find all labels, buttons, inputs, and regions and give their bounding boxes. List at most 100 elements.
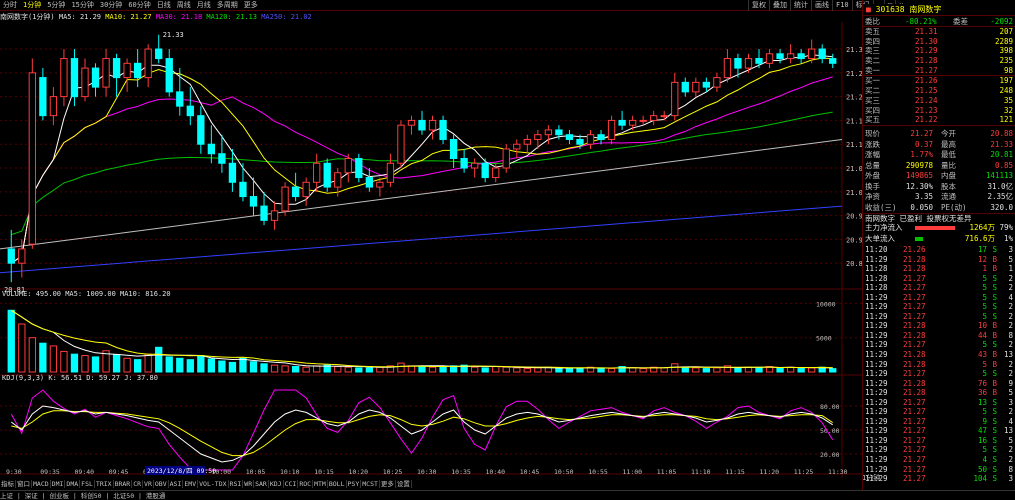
indicator-tab[interactable]: PSY bbox=[346, 480, 362, 488]
indicator-tab[interactable]: TRIX bbox=[94, 480, 114, 488]
indicator-tab[interactable]: BRAR bbox=[113, 480, 133, 488]
ask-row: 卖四 21.30 2289 bbox=[863, 37, 1015, 47]
candle-body bbox=[481, 162, 489, 179]
flow-label: 大单流入 bbox=[865, 233, 895, 243]
tick-price: 21.27 bbox=[903, 416, 926, 426]
tick-count: 2 bbox=[1008, 273, 1013, 283]
indicator-tab[interactable]: VR bbox=[143, 480, 154, 488]
indicator-tab[interactable]: WR bbox=[243, 480, 255, 488]
tick-row: 11:28 21.27 5 S 2 bbox=[863, 274, 1015, 284]
indicator-tab[interactable]: KDJ bbox=[268, 480, 284, 488]
flow-value: 1264万 bbox=[969, 223, 995, 232]
candle-body bbox=[165, 58, 173, 93]
tool-tab[interactable]: 叠加 bbox=[769, 0, 790, 11]
bid-row: 买五 21.22 121 bbox=[863, 115, 1015, 125]
volume-bar bbox=[144, 353, 152, 373]
tick-row: 11:29 21.28 5 B 2 bbox=[863, 360, 1015, 370]
candle-body bbox=[439, 119, 447, 140]
period-tab[interactable]: 多周期 bbox=[214, 0, 241, 11]
kline-chart[interactable]: 21.30 21.25 21.20 21.15 21.10 21.05 21.00 20.95… bbox=[0, 22, 862, 478]
indicator-tab[interactable]: 更多 bbox=[379, 480, 396, 488]
tick-time: 11:29 bbox=[865, 359, 888, 369]
indicator-tab[interactable]: MCST bbox=[361, 480, 380, 488]
indicator-tab[interactable]: ROC bbox=[298, 480, 314, 488]
indicator-tabs: 指标 窗口 MACD DMI DMA FSL TRIX BRAR CR VR OBV ASI EMV VO… bbox=[0, 479, 862, 489]
period-tab[interactable]: 周线 bbox=[174, 0, 194, 11]
ma-info-bar: 南网数字(1分钟) MA5: 21.29 MA10: 21.27 MA30: 2… bbox=[0, 12, 862, 22]
period-tab[interactable]: 5分钟 bbox=[44, 0, 68, 11]
indicator-tab[interactable]: OBV bbox=[153, 480, 169, 488]
indicator-tab[interactable]: MACD bbox=[32, 480, 51, 488]
indicator-tab[interactable]: 设置 bbox=[395, 480, 412, 488]
volume-bar bbox=[207, 358, 216, 373]
ask-label: 卖三 bbox=[865, 46, 880, 56]
tool-tab[interactable]: 复权 bbox=[748, 0, 769, 11]
ask-volume: 98 bbox=[1003, 65, 1013, 75]
candle-body bbox=[470, 162, 479, 169]
candle-body bbox=[228, 162, 237, 183]
candle-body bbox=[186, 105, 194, 117]
period-tab[interactable]: 15分钟 bbox=[68, 0, 96, 11]
candle-body bbox=[239, 181, 247, 198]
candle-body bbox=[155, 48, 163, 60]
period-tab[interactable]: 月线 bbox=[194, 0, 214, 11]
volume-bar bbox=[492, 366, 500, 373]
candle-body bbox=[260, 205, 268, 221]
tick-price: 21.28 bbox=[903, 378, 926, 388]
ma10-line bbox=[11, 57, 833, 264]
tick-volume: 5 bbox=[982, 292, 987, 302]
tick-time: 11:28 bbox=[865, 283, 888, 293]
volume-axis-label: 10000 bbox=[816, 300, 836, 308]
indicator-tab[interactable]: DMI bbox=[50, 480, 66, 488]
quote-panel: ■ 301638 南网数字 委比 -80.21% 委差 -2092 卖五 21.3… bbox=[862, 0, 1015, 490]
volume-bar bbox=[481, 367, 489, 373]
tick-price: 21.28 bbox=[903, 330, 926, 340]
indicator-tab[interactable]: CR bbox=[132, 480, 144, 488]
indicator-tab[interactable]: ASI bbox=[168, 480, 184, 488]
period-tab[interactable]: 更多 bbox=[241, 0, 261, 11]
indicator-tab[interactable]: MTM bbox=[313, 480, 328, 488]
period-tab[interactable]: 1分钟 bbox=[20, 0, 44, 11]
indicator-tab[interactable]: SAR bbox=[254, 480, 269, 488]
volume-bar bbox=[713, 367, 721, 373]
tick-price: 21.27 bbox=[903, 340, 926, 350]
bid-price: 21.22 bbox=[915, 115, 938, 125]
indicator-tab[interactable]: RSI bbox=[228, 480, 244, 488]
tick-volume: 1 bbox=[982, 264, 987, 274]
indicator-tab[interactable]: FSL bbox=[80, 480, 95, 488]
tool-tab[interactable]: F10 bbox=[832, 0, 852, 11]
indicator-tab[interactable]: EMV bbox=[183, 480, 199, 488]
tick-price: 21.27 bbox=[903, 407, 926, 417]
indicator-tab[interactable]: 指标 bbox=[0, 480, 16, 488]
candle-body bbox=[281, 186, 289, 212]
tool-tab[interactable]: 画线 bbox=[811, 0, 832, 11]
tick-direction: S bbox=[992, 245, 997, 254]
period-tab[interactable]: 日线 bbox=[154, 0, 174, 11]
candle-body bbox=[407, 119, 416, 126]
volume-bar bbox=[239, 357, 247, 373]
period-tab[interactable]: 60分钟 bbox=[125, 0, 153, 11]
indicator-tab[interactable]: DMA bbox=[65, 480, 81, 488]
ask-row: 卖五 21.31 207 bbox=[863, 27, 1015, 37]
indicator-tab[interactable]: BOLL bbox=[327, 480, 347, 488]
tool-tab[interactable]: 统计 bbox=[790, 0, 811, 11]
volume-bar bbox=[502, 366, 510, 373]
indicator-tab[interactable]: CCI bbox=[283, 480, 299, 488]
volume-bar bbox=[639, 368, 647, 373]
tick-time: 11:29 bbox=[865, 435, 888, 445]
stock-header: ■ 301638 南网数字 bbox=[863, 4, 1015, 16]
tick-volume: 16 bbox=[977, 435, 987, 445]
ratio-row: 委比 -80.21% 委差 -2092 bbox=[863, 17, 1015, 27]
volume-bar bbox=[365, 367, 374, 373]
indicator-tab[interactable]: VOL-TDX bbox=[198, 480, 229, 488]
period-tab[interactable]: 分时 bbox=[0, 0, 20, 11]
indicator-tab[interactable]: 窗口 bbox=[16, 480, 32, 488]
tick-price: 21.27 bbox=[903, 311, 926, 321]
tick-row: 11:29 21.27 5 S 2 bbox=[863, 302, 1015, 312]
stat-value: 320.0 bbox=[990, 202, 1013, 212]
candle-body bbox=[112, 58, 121, 79]
tick-time: 11:28 bbox=[865, 264, 888, 274]
bid-volume: 121 bbox=[999, 115, 1013, 125]
stat-label: 今开 bbox=[941, 129, 956, 138]
period-tab[interactable]: 30分钟 bbox=[97, 0, 125, 11]
